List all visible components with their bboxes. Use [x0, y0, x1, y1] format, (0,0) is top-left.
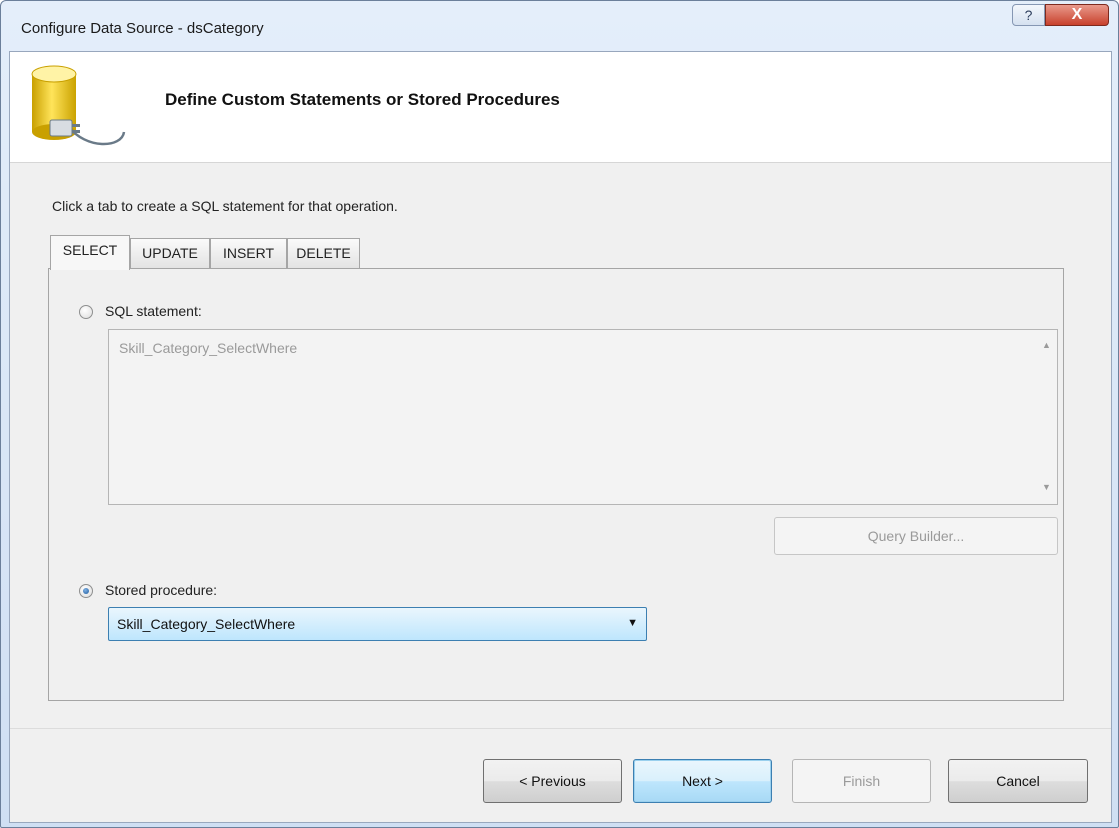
title-bar: Configure Data Source - dsCategory ? X [1, 1, 1118, 55]
page-title: Define Custom Statements or Stored Proce… [165, 90, 560, 109]
previous-button[interactable]: < Previous [483, 759, 622, 803]
wizard-header: Define Custom Statements or Stored Proce… [10, 52, 1111, 163]
next-button[interactable]: Next > [633, 759, 772, 803]
window-title: Configure Data Source - dsCategory [21, 20, 264, 37]
instruction-text: Click a tab to create a SQL statement fo… [52, 198, 398, 214]
sql-statement-radio[interactable] [79, 305, 93, 319]
tab-delete[interactable]: DELETE [287, 238, 360, 268]
sql-statement-text: Skill_Category_SelectWhere [119, 340, 298, 356]
chevron-down-icon: ▼ [627, 617, 638, 629]
query-builder-button[interactable]: Query Builder... [774, 517, 1058, 555]
footer-divider [10, 728, 1111, 729]
tab-select[interactable]: SELECT [50, 235, 130, 270]
dialog-window: Configure Data Source - dsCategory ? X D… [0, 0, 1119, 828]
sql-statement-textarea[interactable]: Skill_Category_SelectWhere ▲ ▼ [108, 329, 1058, 505]
sql-statement-label: SQL statement: [105, 303, 202, 319]
close-button[interactable]: X [1045, 4, 1109, 26]
stored-procedure-radio[interactable] [79, 584, 93, 598]
scroll-up-icon[interactable]: ▲ [1042, 340, 1051, 350]
cancel-button[interactable]: Cancel [948, 759, 1088, 803]
tab-update[interactable]: UPDATE [130, 238, 210, 268]
stored-procedure-dropdown[interactable]: Skill_Category_SelectWhere ▼ [108, 607, 647, 641]
database-connector-icon [31, 65, 126, 146]
finish-button[interactable]: Finish [792, 759, 931, 803]
stored-procedure-label: Stored procedure: [105, 582, 218, 598]
select-tab-panel: SQL statement: Skill_Category_SelectWher… [48, 268, 1064, 701]
tab-insert[interactable]: INSERT [210, 238, 287, 268]
sql-scrollbar[interactable]: ▲ ▼ [1037, 330, 1057, 504]
scroll-down-icon[interactable]: ▼ [1042, 482, 1051, 492]
help-button[interactable]: ? [1012, 4, 1045, 26]
dialog-body: Define Custom Statements or Stored Proce… [9, 51, 1112, 823]
stored-procedure-value: Skill_Category_SelectWhere [117, 616, 296, 632]
